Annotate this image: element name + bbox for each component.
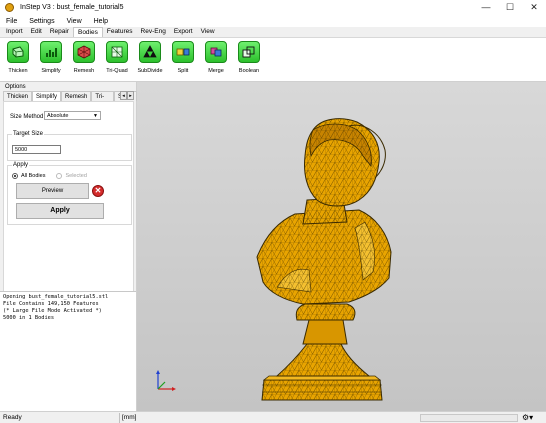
tab-bodies[interactable]: Bodies xyxy=(72,27,103,37)
log-line: 5000 in 1 Bodies xyxy=(3,315,55,321)
minimize-button[interactable]: — xyxy=(474,0,498,15)
remesh-tool-button[interactable]: Remesh xyxy=(70,38,98,81)
options-tab-simplify[interactable]: Simplify xyxy=(32,91,62,101)
chevron-down-icon: ▼ xyxy=(93,113,98,119)
status-progress-bar xyxy=(420,414,518,422)
3d-viewport[interactable] xyxy=(137,82,546,411)
target-size-group: Target Size 5000 xyxy=(7,131,132,161)
tri-quad-label: Tri-Quad xyxy=(106,68,128,74)
log-console: Opening bust_female_tutorial5.stl File C… xyxy=(0,291,136,411)
split-icon xyxy=(172,41,194,63)
status-divider xyxy=(119,413,120,423)
simplify-tool-button[interactable]: Simplify xyxy=(37,38,65,81)
apply-button[interactable]: Apply xyxy=(16,203,104,219)
menu-settings[interactable]: Settings xyxy=(29,18,54,25)
merge-icon xyxy=(205,41,227,63)
size-method-value: Absolute xyxy=(47,113,69,119)
merge-label: Merge xyxy=(208,68,224,74)
status-bar: Ready [mm] ⚙▾ xyxy=(0,411,546,423)
split-label: Split xyxy=(177,68,189,74)
subdivide-label: SubDivide xyxy=(137,68,163,74)
app-icon xyxy=(5,3,14,12)
target-size-input[interactable]: 5000 xyxy=(12,145,61,154)
tab-view[interactable]: View xyxy=(197,27,219,37)
boolean-tool-button[interactable]: Boolean xyxy=(235,38,263,81)
status-units: [mm] xyxy=(122,414,137,421)
options-tab-tri-quad[interactable]: Tri-Quad xyxy=(91,91,115,110)
preview-button[interactable]: Preview xyxy=(16,183,89,199)
radio-selected-label: Selected xyxy=(65,173,87,179)
bust-mesh-model xyxy=(256,118,392,401)
subdivide-tool-button[interactable]: SubDivide xyxy=(136,38,164,81)
tab-scroll-right-icon[interactable]: ▸ xyxy=(127,91,134,100)
menu-help[interactable]: Help xyxy=(94,18,108,25)
window-title: InStep V3 : bust_female_tutorial5 xyxy=(20,4,124,11)
log-line: File Contains 149,150 Features xyxy=(3,301,99,307)
maximize-button[interactable]: ☐ xyxy=(498,0,522,15)
radio-all-bodies-label: All Bodies xyxy=(21,173,46,179)
options-tab-remesh[interactable]: Remesh xyxy=(61,91,92,101)
thicken-label: Thicken xyxy=(8,68,28,74)
simplify-label: Simplify xyxy=(41,68,61,74)
ribbon-toolbar: Thicken Simplify Remesh Tri-Quad SubDivi… xyxy=(0,38,546,82)
tri-quad-tool-button[interactable]: Tri-Quad xyxy=(103,38,131,81)
options-tab-thicken[interactable]: Thicken xyxy=(3,91,33,101)
axis-triad-icon xyxy=(156,370,176,391)
thicken-icon xyxy=(7,41,29,63)
size-method-select[interactable]: Absolute ▼ xyxy=(44,111,101,120)
menu-file[interactable]: File xyxy=(6,18,17,25)
thicken-tool-button[interactable]: Thicken xyxy=(4,38,32,81)
simplify-icon xyxy=(40,41,62,63)
mesh-wireframe xyxy=(257,118,391,400)
split-tool-button[interactable]: Split xyxy=(169,38,197,81)
options-tabs: Thicken Simplify Remesh Tri-Quad SubD ◂ … xyxy=(3,91,138,110)
close-button[interactable]: ✕ xyxy=(522,0,546,15)
apply-scope-radios: All Bodies Selected xyxy=(12,173,87,179)
status-text: Ready xyxy=(3,414,22,421)
apply-group: Apply All Bodies Selected Preview ✕ Appl… xyxy=(7,162,132,225)
simplify-panel: Size Method Absolute ▼ Target Size 5000 … xyxy=(3,101,134,301)
ribbon-tabs: Inport Edit Repair Bodies Features Rev-E… xyxy=(0,27,546,38)
menu-bar: File Settings View Help xyxy=(0,15,546,27)
log-line: (* Large File Mode Activated *) xyxy=(3,308,102,314)
tab-export[interactable]: Export xyxy=(170,27,197,37)
menu-view[interactable]: View xyxy=(67,18,82,25)
merge-tool-button[interactable]: Merge xyxy=(202,38,230,81)
subdivide-icon xyxy=(139,41,161,63)
tab-edit[interactable]: Edit xyxy=(27,27,46,37)
tab-scroll-left-icon[interactable]: ◂ xyxy=(120,91,127,100)
tri-quad-icon xyxy=(106,41,128,63)
tab-features[interactable]: Features xyxy=(103,27,137,37)
apply-group-label: Apply xyxy=(12,162,30,168)
options-title: Options xyxy=(5,84,26,90)
boolean-label: Boolean xyxy=(238,68,260,74)
tab-repair[interactable]: Repair xyxy=(46,27,73,37)
remesh-icon xyxy=(73,41,95,63)
radio-selected xyxy=(56,173,63,179)
title-bar: InStep V3 : bust_female_tutorial5 — ☐ ✕ xyxy=(0,0,546,15)
radio-all-bodies[interactable] xyxy=(12,173,18,179)
options-panel: Options Thicken Simplify Remesh Tri-Quad… xyxy=(0,82,138,411)
tab-rev-eng[interactable]: Rev-Eng xyxy=(137,27,170,37)
settings-dropdown-icon[interactable]: ⚙▾ xyxy=(522,413,533,422)
log-line: Opening bust_female_tutorial5.stl xyxy=(3,294,109,300)
target-size-label: Target Size xyxy=(12,131,45,137)
tab-inport[interactable]: Inport xyxy=(2,27,27,37)
remesh-label: Remesh xyxy=(73,68,95,74)
delete-icon[interactable]: ✕ xyxy=(92,185,104,197)
boolean-icon xyxy=(238,41,260,63)
size-method-label: Size Method xyxy=(10,114,44,120)
